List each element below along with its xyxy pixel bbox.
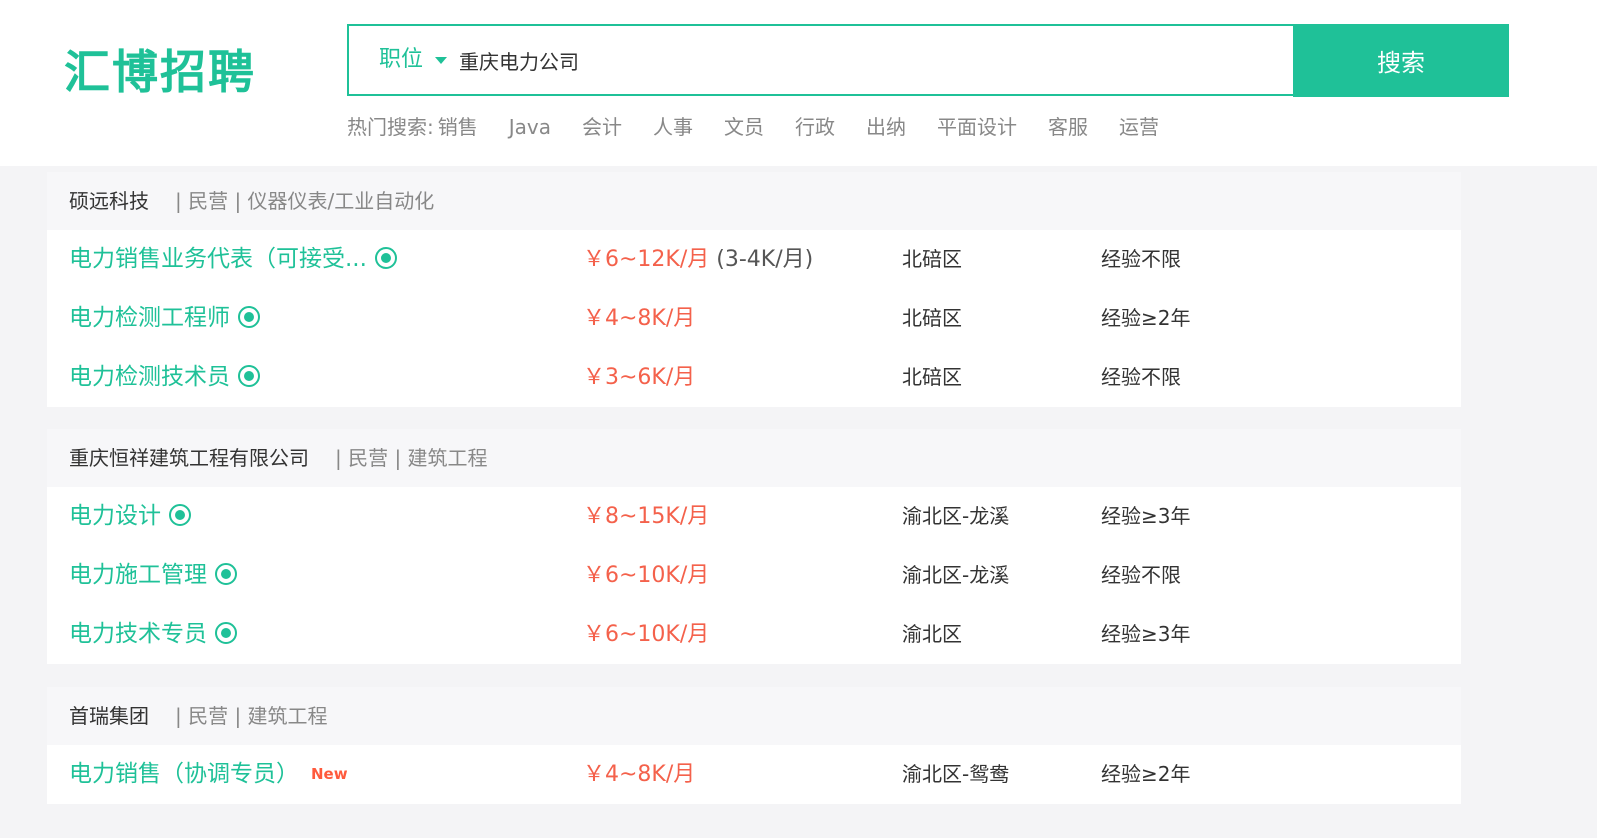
job-row: 电力检测工程师 ￥4~8K/月 北碚区 经验≥2年 bbox=[47, 289, 1461, 348]
search-category-select[interactable]: 职位 bbox=[379, 26, 448, 94]
company-meta: | 民营 | 仪器仪表/工业自动化 bbox=[175, 189, 435, 213]
caret-down-icon bbox=[435, 56, 448, 64]
job-title-link[interactable]: 电力检测技术员 bbox=[69, 348, 260, 407]
chat-bubble-icon[interactable] bbox=[238, 360, 260, 387]
hot-search-link[interactable]: 平面设计 bbox=[937, 115, 1017, 139]
job-title-link[interactable]: 电力销售业务代表（可接受... bbox=[69, 230, 397, 289]
job-title-link[interactable]: 电力销售（协调专员） New bbox=[69, 745, 348, 804]
job-title-text: 电力销售（协调专员） bbox=[69, 761, 299, 787]
hot-search-link[interactable]: 行政 bbox=[795, 115, 835, 139]
job-location: 北碚区 bbox=[902, 247, 962, 271]
logo[interactable]: 汇博招聘 bbox=[64, 40, 256, 104]
job-experience: 经验≥3年 bbox=[1101, 504, 1191, 528]
job-salary: ￥8~15K/月 bbox=[583, 504, 710, 529]
job-location: 北碚区 bbox=[902, 365, 962, 389]
job-experience: 经验不限 bbox=[1101, 365, 1181, 389]
company-card: 硕远科技 | 民营 | 仪器仪表/工业自动化 电力销售业务代表（可接受... ￥6… bbox=[47, 172, 1461, 407]
job-title-text: 电力检测工程师 bbox=[69, 305, 230, 331]
company-name[interactable]: 重庆恒祥建筑工程有限公司 bbox=[69, 446, 309, 470]
salary-text: ￥6~12K/月 bbox=[583, 247, 710, 272]
job-title-text: 电力技术专员 bbox=[69, 621, 207, 647]
hot-search-link[interactable]: Java bbox=[509, 115, 551, 139]
hot-search-link[interactable]: 销售 bbox=[438, 115, 478, 139]
salary-extra: (3-4K/月) bbox=[709, 247, 814, 272]
company-meta: | 民营 | 建筑工程 bbox=[335, 446, 488, 470]
job-experience: 经验≥2年 bbox=[1101, 762, 1191, 786]
job-salary: ￥3~6K/月 bbox=[583, 365, 696, 390]
search-button[interactable]: 搜索 bbox=[1293, 24, 1509, 97]
job-salary: ￥4~8K/月 bbox=[583, 762, 696, 787]
hot-search-link[interactable]: 人事 bbox=[653, 115, 693, 139]
hot-searches: 热门搜索: 销售 Java 会计 人事 文员 行政 出纳 平面设计 客服 运营 bbox=[347, 112, 1190, 142]
company-name[interactable]: 首瑞集团 bbox=[69, 704, 149, 728]
job-location: 渝北区-鸳鸯 bbox=[902, 762, 1010, 786]
company-meta: | 民营 | 建筑工程 bbox=[175, 704, 328, 728]
job-title-link[interactable]: 电力检测工程师 bbox=[69, 289, 260, 348]
new-badge: New bbox=[311, 765, 348, 783]
job-salary: ￥6~10K/月 bbox=[583, 563, 710, 588]
job-experience: 经验不限 bbox=[1101, 247, 1181, 271]
job-title-text: 电力销售业务代表（可接受... bbox=[69, 246, 367, 272]
job-title-text: 电力设计 bbox=[69, 503, 161, 529]
job-location: 渝北区-龙溪 bbox=[902, 504, 1010, 528]
chat-bubble-icon[interactable] bbox=[169, 499, 191, 526]
hot-search-link[interactable]: 客服 bbox=[1048, 115, 1088, 139]
header: 汇博招聘 职位 搜索 热门搜索:销售 Java 会计 人事 文员 行政 出纳 平面设计 客服 运营 bbox=[0, 0, 1597, 166]
job-row: 电力技术专员 ￥6~10K/月 渝北区 经验≥3年 bbox=[47, 605, 1461, 664]
search-input[interactable] bbox=[459, 26, 1259, 94]
job-row: 电力检测技术员 ￥3~6K/月 北碚区 经验不限 bbox=[47, 348, 1461, 407]
job-experience: 经验不限 bbox=[1101, 563, 1181, 587]
job-title-link[interactable]: 电力施工管理 bbox=[69, 546, 237, 605]
chat-bubble-icon[interactable] bbox=[238, 301, 260, 328]
job-row: 电力设计 ￥8~15K/月 渝北区-龙溪 经验≥3年 bbox=[47, 487, 1461, 546]
job-location: 北碚区 bbox=[902, 306, 962, 330]
job-row: 电力销售业务代表（可接受... ￥6~12K/月 (3-4K/月) 北碚区 经验… bbox=[47, 230, 1461, 289]
company-card: 首瑞集团 | 民营 | 建筑工程 电力销售（协调专员） New ￥4~8K/月 渝北… bbox=[47, 687, 1461, 804]
hot-search-link[interactable]: 运营 bbox=[1119, 115, 1159, 139]
search-category-label: 职位 bbox=[379, 47, 424, 72]
chat-bubble-icon[interactable] bbox=[374, 242, 397, 269]
search-box: 职位 bbox=[347, 24, 1293, 96]
hot-searches-label: 热门搜索: bbox=[347, 115, 434, 139]
hot-search-link[interactable]: 会计 bbox=[582, 115, 622, 139]
job-salary: ￥4~8K/月 bbox=[583, 306, 696, 331]
hot-search-link[interactable]: 文员 bbox=[724, 115, 764, 139]
job-title-text: 电力施工管理 bbox=[69, 562, 207, 588]
job-title-text: 电力检测技术员 bbox=[69, 364, 230, 390]
company-header: 重庆恒祥建筑工程有限公司 | 民营 | 建筑工程 bbox=[47, 429, 1461, 487]
company-header: 首瑞集团 | 民营 | 建筑工程 bbox=[47, 687, 1461, 745]
company-header: 硕远科技 | 民营 | 仪器仪表/工业自动化 bbox=[47, 172, 1461, 230]
job-title-link[interactable]: 电力技术专员 bbox=[69, 605, 237, 664]
job-experience: 经验≥2年 bbox=[1101, 306, 1191, 330]
chat-bubble-icon[interactable] bbox=[215, 617, 237, 644]
chat-bubble-icon[interactable] bbox=[215, 558, 237, 585]
job-location: 渝北区 bbox=[902, 622, 962, 646]
job-row: 电力销售（协调专员） New ￥4~8K/月 渝北区-鸳鸯 经验≥2年 bbox=[47, 745, 1461, 804]
job-title-link[interactable]: 电力设计 bbox=[69, 487, 191, 546]
hot-search-link[interactable]: 出纳 bbox=[866, 115, 906, 139]
job-location: 渝北区-龙溪 bbox=[902, 563, 1010, 587]
company-card: 重庆恒祥建筑工程有限公司 | 民营 | 建筑工程 电力设计 ￥8~15K/月 渝北… bbox=[47, 429, 1461, 664]
job-row: 电力施工管理 ￥6~10K/月 渝北区-龙溪 经验不限 bbox=[47, 546, 1461, 605]
job-experience: 经验≥3年 bbox=[1101, 622, 1191, 646]
company-name[interactable]: 硕远科技 bbox=[69, 189, 149, 213]
job-salary: ￥6~12K/月 (3-4K/月) bbox=[583, 230, 813, 289]
job-salary: ￥6~10K/月 bbox=[583, 622, 710, 647]
